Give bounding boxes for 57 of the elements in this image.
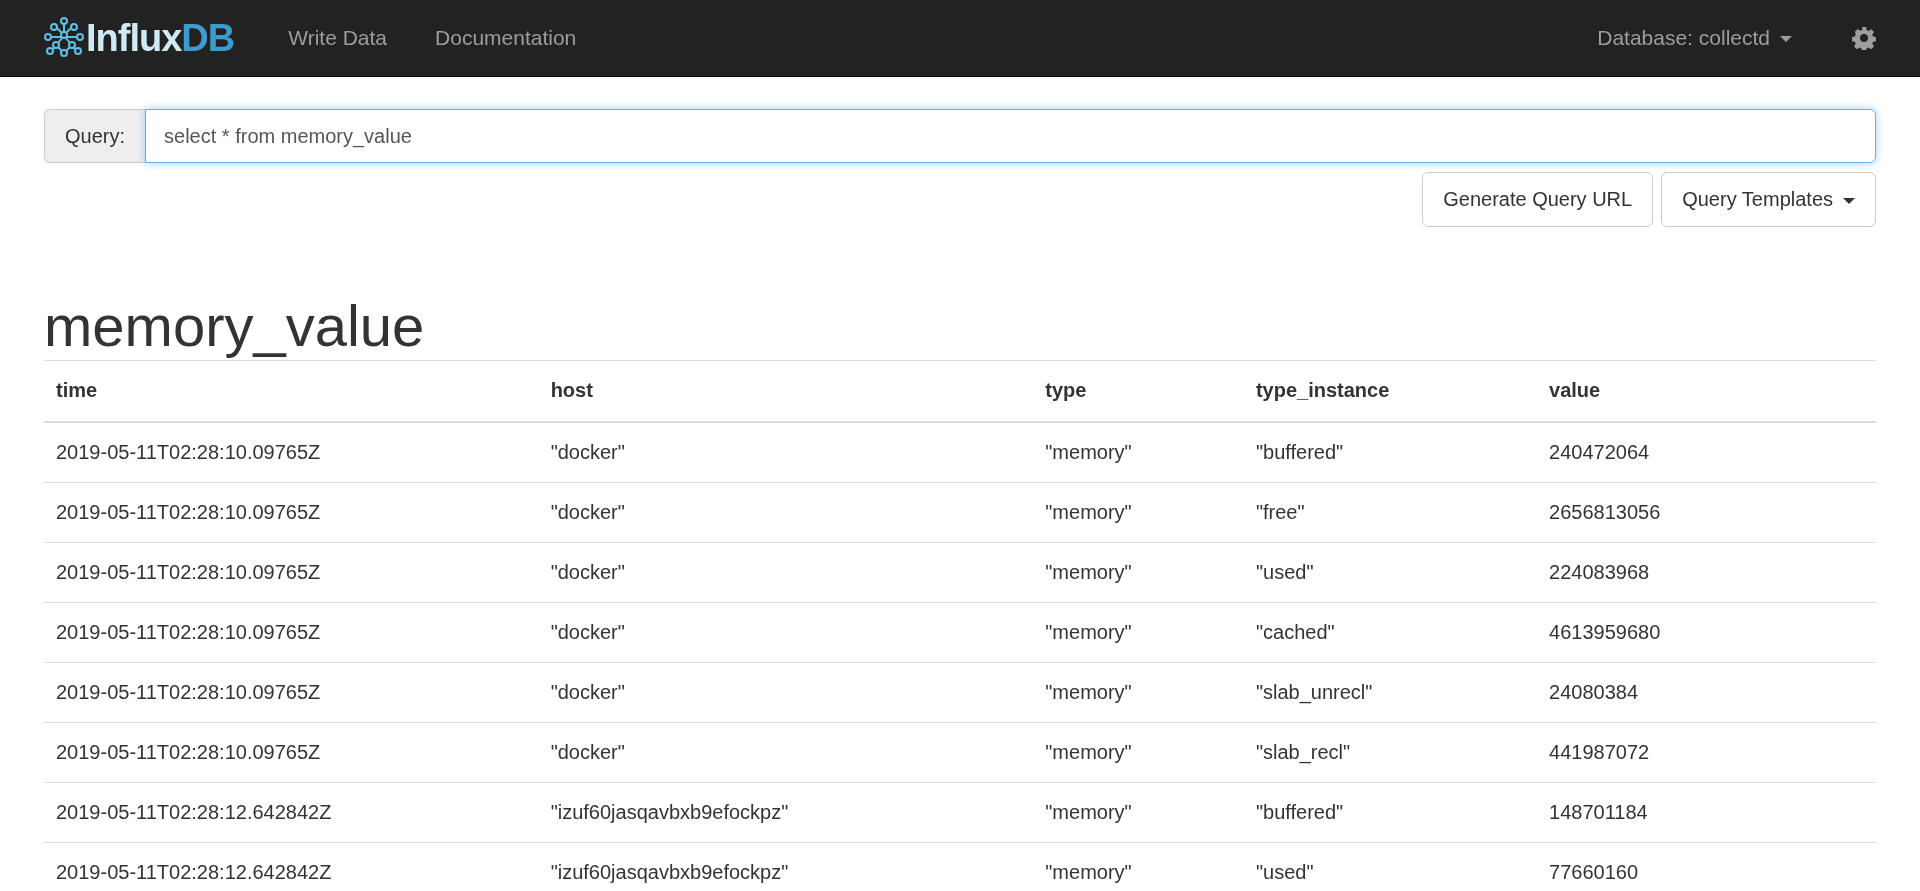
- table-cell: "free": [1243, 482, 1538, 543]
- table-cell: "memory": [1033, 842, 1244, 891]
- table-cell: 2019-05-11T02:28:10.09765Z: [44, 722, 539, 783]
- table-cell: 2019-05-11T02:28:10.09765Z: [44, 421, 539, 483]
- series-title: memory_value: [44, 293, 426, 360]
- database-dropdown[interactable]: Database: collectd: [1573, 26, 1816, 50]
- table-cell: "buffered": [1243, 782, 1538, 843]
- generate-url-button[interactable]: Generate Query URL: [1422, 172, 1654, 227]
- table-cell: "memory": [1033, 662, 1244, 723]
- table-cell: "izuf60jasqavbxb9efockpz": [538, 782, 1034, 843]
- table-cell: 77660160: [1537, 842, 1876, 891]
- query-input[interactable]: select * from memory_value: [145, 109, 1876, 163]
- table-cell: "slab_recl": [1243, 722, 1538, 783]
- table-cell: "buffered": [1243, 421, 1538, 483]
- table-cell: "izuf60jasqavbxb9efockpz": [538, 842, 1034, 891]
- table-cell: "slab_unrecl": [1243, 662, 1538, 723]
- table-cell: "memory": [1033, 602, 1244, 663]
- table-cell: "used": [1243, 542, 1538, 603]
- caret-icon: [1780, 36, 1792, 43]
- table-cell: "docker": [538, 602, 1034, 663]
- column-header: type_instance: [1243, 360, 1538, 422]
- table-cell: 4613959680: [1537, 602, 1876, 663]
- table-cell: "memory": [1033, 722, 1244, 783]
- table-cell: 2019-05-11T02:28:12.642842Z: [44, 782, 539, 843]
- query-templates-button[interactable]: Query Templates: [1661, 172, 1876, 227]
- nav-link[interactable]: Documentation: [411, 26, 601, 50]
- settings-icon[interactable]: [1852, 26, 1876, 50]
- table-cell: 2019-05-11T02:28:10.09765Z: [44, 662, 539, 723]
- table-cell: 2656813056: [1537, 482, 1876, 543]
- column-header: time: [44, 360, 539, 422]
- table-cell: "memory": [1033, 482, 1244, 543]
- caret-icon: [1843, 197, 1855, 204]
- table-cell: 148701184: [1537, 782, 1876, 843]
- column-header: value: [1537, 360, 1876, 422]
- table-cell: 24080384: [1537, 662, 1876, 723]
- table-cell: 2019-05-11T02:28:10.09765Z: [44, 602, 539, 663]
- table-cell: "memory": [1033, 782, 1244, 843]
- table-cell: "docker": [538, 482, 1034, 543]
- table-cell: "docker": [538, 542, 1034, 603]
- table-cell: "memory": [1033, 542, 1244, 603]
- table-cell: "docker": [538, 722, 1034, 783]
- table-cell: "cached": [1243, 602, 1538, 663]
- table-cell: "used": [1243, 842, 1538, 891]
- table-cell: 224083968: [1537, 542, 1876, 603]
- table-cell: 2019-05-11T02:28:10.09765Z: [44, 542, 539, 603]
- table-cell: "docker": [538, 662, 1034, 723]
- column-header: type: [1033, 360, 1244, 422]
- brand-name[interactable]: InfluxDB: [86, 16, 235, 60]
- table-cell: 2019-05-11T02:28:12.642842Z: [44, 842, 539, 891]
- nav-link[interactable]: Write Data: [264, 26, 412, 50]
- table-cell: 2019-05-11T02:28:10.09765Z: [44, 482, 539, 543]
- table-cell: 240472064: [1537, 421, 1876, 483]
- column-header: host: [538, 360, 1034, 422]
- table-cell: "docker": [538, 421, 1034, 483]
- table-cell: "memory": [1033, 421, 1244, 483]
- table-cell: 441987072: [1537, 722, 1876, 783]
- query-label: Query:: [44, 109, 146, 163]
